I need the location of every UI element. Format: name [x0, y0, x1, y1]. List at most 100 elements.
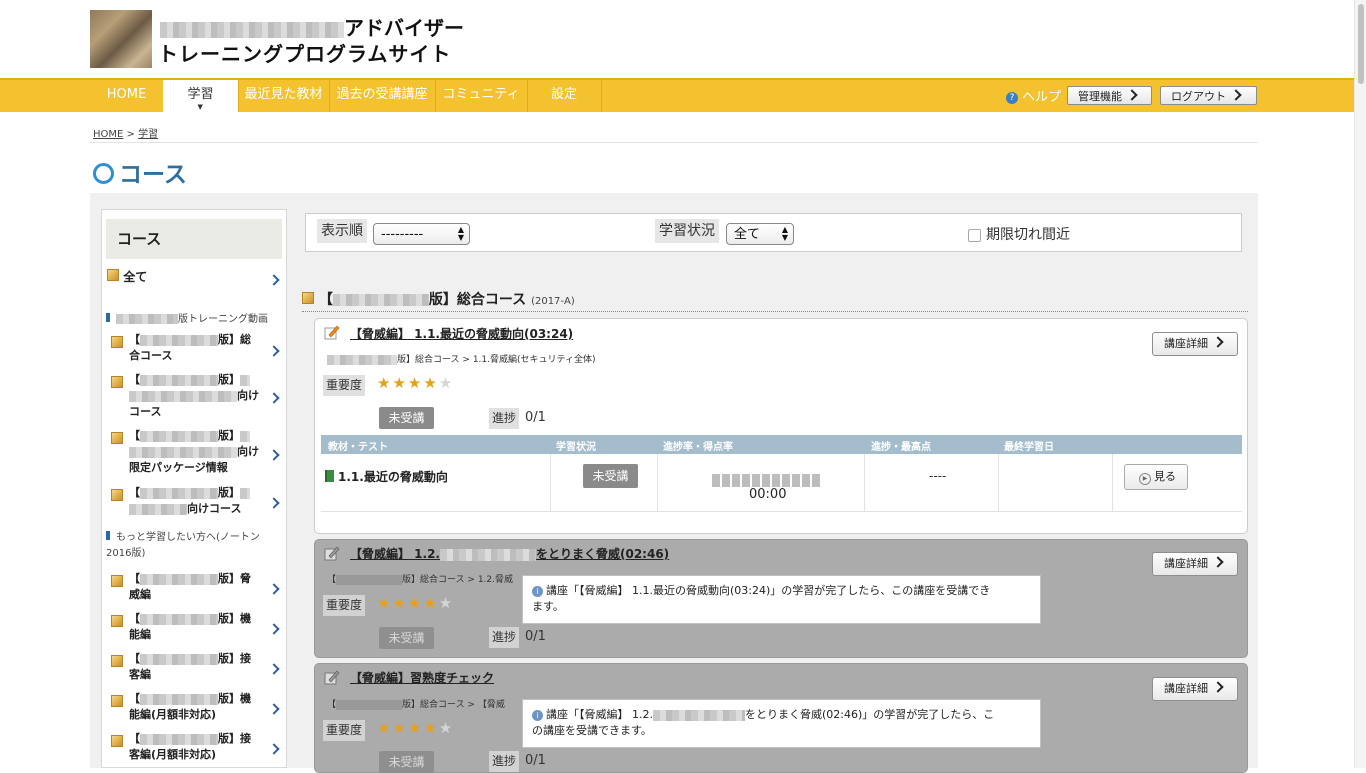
chevron-right-icon	[1230, 89, 1242, 101]
lesson-path: 版】総合コース > 1.1.脅威編(セキュリティ全体)	[327, 352, 595, 365]
prerequisite-tooltip: i 講座「【脅威編】 1.2. をとりまく脅威(02:46)」の学習が完了したら、こ…	[522, 699, 1041, 748]
lesson-title[interactable]: 【脅威編】 1.2. をとりまく脅威(02:46)	[350, 545, 669, 562]
progress-label: 進捗	[489, 408, 520, 429]
sidebar-item-course[interactable]: 【版】機 能編	[129, 611, 261, 643]
progress-high: ----	[929, 469, 947, 483]
status-select[interactable]: 全て ▲ ▼	[726, 223, 794, 245]
nav-community[interactable]: コミュニティ	[435, 80, 528, 112]
chevron-right-icon	[1212, 336, 1224, 348]
help-icon: ?	[1006, 92, 1018, 104]
chevron-right-icon	[1126, 89, 1138, 101]
lesson-path: 【版】総合コース > 1.2.脅威	[327, 574, 514, 585]
chevron-right-icon[interactable]	[268, 663, 280, 675]
order-select[interactable]: --------- ▲ ▼	[373, 223, 470, 245]
info-icon: i	[532, 586, 543, 597]
importance-label: 重要度	[323, 595, 366, 616]
chevron-right-icon[interactable]	[268, 274, 280, 286]
scrollbar-thumb[interactable]	[1358, 4, 1364, 84]
course-detail-button[interactable]: 講座詳細	[1152, 677, 1238, 701]
updown-icon: ▲ ▼	[457, 225, 464, 242]
help-link[interactable]: ? ヘルプ	[1006, 86, 1061, 105]
filter-bar: 表示順 --------- ▲ ▼ 学習状況 全て ▲ ▼ 期限切れ間近	[305, 213, 1242, 252]
divider	[90, 142, 1258, 143]
site-title-line2: トレーニングプログラムサイト	[158, 42, 452, 66]
status-label: 学習状況	[655, 219, 719, 243]
book-icon	[325, 470, 334, 482]
expiry-label: 期限切れ間近	[986, 227, 1070, 243]
updown-icon: ▲ ▼	[781, 225, 788, 242]
importance-stars: ★★★★★	[377, 719, 455, 737]
divider	[302, 311, 1248, 312]
chevron-right-icon[interactable]	[268, 703, 280, 715]
sidebar-heading: コース	[106, 219, 282, 259]
sidebar-section-more: もっと学習したい方へ(ノートン 2016版)	[106, 531, 260, 559]
cube-icon	[302, 292, 314, 304]
course-detail-button[interactable]: 講座詳細	[1152, 552, 1238, 576]
chevron-right-icon[interactable]	[268, 743, 280, 755]
material-status-badge: 未受講	[583, 464, 638, 488]
material-table-header: 教材・テスト 学習状況 進捗率・得点率 進捗・最高点 最終学習日	[321, 435, 1242, 454]
view-button[interactable]: ▶ 見る	[1124, 464, 1188, 490]
importance-label: 重要度	[323, 375, 366, 396]
chevron-right-icon[interactable]	[268, 497, 280, 509]
status-badge: 未受講	[379, 751, 434, 773]
expiry-checkbox[interactable]	[968, 229, 981, 242]
pencil-icon	[324, 325, 340, 340]
cube-icon	[111, 735, 123, 747]
site-logo[interactable]	[90, 10, 152, 68]
sidebar-item-course[interactable]: 【版】接 客編(月額非対応)	[129, 731, 261, 763]
cube-icon	[111, 489, 123, 501]
chevron-right-icon[interactable]	[268, 392, 280, 404]
lesson-title[interactable]: 【脅威編】習熟度チェック	[350, 669, 494, 686]
course-title: 【版】総合コース (2017-A)	[302, 289, 575, 309]
site-title-line1: アドバイザー	[160, 12, 464, 41]
material-name[interactable]: 1.1.最近の脅威動向	[325, 468, 448, 485]
info-icon: i	[532, 710, 543, 721]
progress-label: 進捗	[489, 627, 520, 648]
nav-settings[interactable]: 設定	[527, 80, 602, 112]
sidebar-item-course[interactable]: 【版】向けコース	[129, 372, 261, 420]
cube-icon	[111, 336, 123, 348]
chevron-right-icon[interactable]	[268, 583, 280, 595]
sidebar-item-course[interactable]: 【版】機 能編(月額非対応)	[129, 691, 261, 723]
admin-button[interactable]: 管理機能	[1067, 86, 1152, 105]
progress-time: 00:00	[749, 487, 787, 502]
cube-icon	[111, 432, 123, 444]
lesson-path: 【版】総合コース > 【脅威	[327, 699, 505, 710]
nav-home[interactable]: HOME	[90, 80, 164, 112]
nav-past-courses[interactable]: 過去の受講講座	[329, 80, 436, 112]
logout-button[interactable]: ログアウト	[1160, 86, 1257, 105]
order-label: 表示順	[317, 219, 367, 243]
table-row: 1.1.最近の脅威動向 未受講 00:00 ---- ▶ 見る	[321, 454, 1242, 512]
sidebar-item-course[interactable]: 【版】総 合コース	[129, 332, 261, 364]
sidebar-item-course[interactable]: 【版】 向け 限定パッケージ情報	[129, 428, 261, 476]
cube-icon	[111, 655, 123, 667]
breadcrumb-home[interactable]: HOME	[93, 129, 123, 140]
course-detail-button[interactable]: 講座詳細	[1152, 332, 1238, 356]
chevron-right-icon	[1212, 681, 1224, 693]
sidebar-item-course[interactable]: 【版】向けコース	[129, 485, 261, 517]
sidebar-item-course[interactable]: 【版】脅 威編	[129, 571, 261, 603]
progress-bar	[712, 474, 821, 487]
chevron-right-icon[interactable]	[268, 345, 280, 357]
sidebar-item-course[interactable]: 【版】接 客編	[129, 651, 261, 683]
nav-study[interactable]: 学習 ▼	[163, 80, 239, 112]
lesson-title[interactable]: 【脅威編】 1.1.最近の脅威動向(03:24)	[350, 325, 573, 342]
lesson-card: 【脅威編】 1.1.最近の脅威動向(03:24) 版】総合コース > 1.1.脅…	[314, 318, 1248, 534]
lesson-card-locked: 【脅威編】習熟度チェック 【版】総合コース > 【脅威 重要度 ★★★★★ 未受…	[314, 663, 1248, 773]
nav-recent[interactable]: 最近見た教材	[238, 80, 330, 112]
progress-value: 0/1	[525, 629, 546, 644]
sidebar-section-videos: 版トレーニング動画	[106, 312, 282, 328]
page-scrollbar[interactable]	[1354, 0, 1366, 768]
chevron-right-icon[interactable]	[268, 449, 280, 461]
sidebar-item-all[interactable]: 全て	[107, 268, 147, 285]
chevron-right-icon[interactable]	[268, 623, 280, 635]
play-icon: ▶	[1139, 473, 1151, 485]
breadcrumb: HOME > 学習	[93, 129, 159, 140]
main-nav: HOME 学習 ▼ 最近見た教材 過去の受講講座 コミュニティ 設定 ? ヘルプ …	[0, 78, 1366, 112]
course-sidebar: コース 全て 版トレーニング動画 【版】総 合コース 【版】 向け コース 【版】 向け…	[101, 209, 287, 768]
importance-label: 重要度	[323, 720, 366, 741]
status-badge: 未受講	[379, 407, 434, 429]
breadcrumb-current[interactable]: 学習	[138, 129, 158, 140]
progress-value: 0/1	[525, 753, 546, 768]
